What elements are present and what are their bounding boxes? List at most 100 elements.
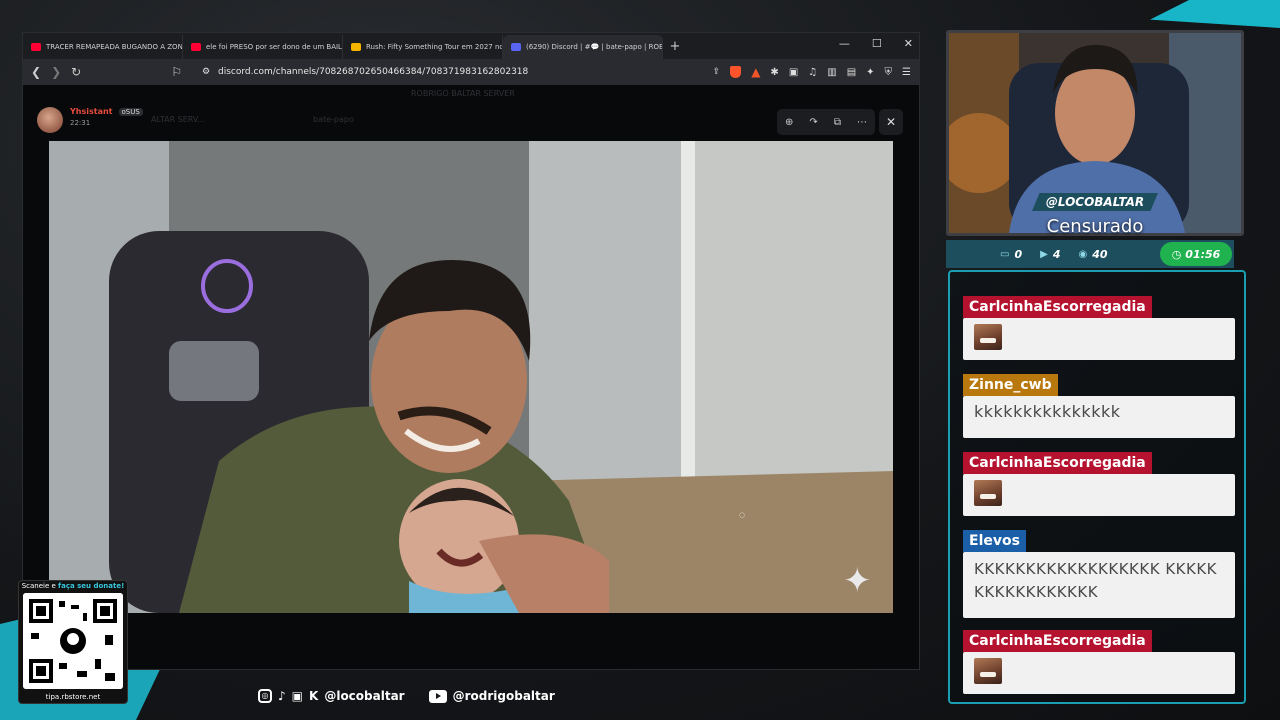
message-time: 22:31	[70, 119, 91, 127]
donate-qr-box: Scaneie e faça seu donate! tipa.rbstore.…	[18, 580, 128, 704]
qr-caption-a: Scaneie e	[21, 582, 56, 590]
tab-label: Rush: Fifty Something Tour em 2027 no Br…	[366, 43, 503, 51]
zoom-icon[interactable]: ⊕	[785, 117, 793, 128]
share-icon[interactable]: ⇪	[713, 67, 721, 77]
chat-username: Zinne_cwb	[963, 374, 1058, 396]
social-handle: @locobaltar	[324, 689, 405, 703]
author-name[interactable]: Yhsistant	[70, 107, 113, 116]
open-external-icon[interactable]: ⧉	[834, 117, 841, 128]
youtube-handle: @rodrigobaltar	[452, 689, 555, 703]
ghost-server: ALTAR SERV...	[151, 115, 205, 124]
maximize-icon[interactable]: ☐	[872, 37, 882, 50]
chat-overlay: CarlcinhaEscorregadia Zinne_cwb kkkkkkkk…	[948, 270, 1246, 704]
close-viewer-button[interactable]: ✕	[879, 109, 903, 135]
emote-icon	[974, 324, 1002, 350]
new-tab-button[interactable]: +	[663, 35, 687, 59]
address-bar: ❮ ❯ ↻ ⚐ ⚙ discord.com/channels/708268702…	[23, 59, 919, 85]
video-icon: ▶	[1040, 248, 1048, 260]
author-info: Yhsistant oSUS 22:31	[37, 107, 143, 133]
tab-discord[interactable]: (6290) Discord | #💬 | bate-papo | ROB✕	[503, 35, 663, 59]
back-icon[interactable]: ❮	[31, 65, 41, 79]
emote-icon	[974, 658, 1002, 684]
youtube-icon	[428, 689, 447, 703]
instagram-icon: ◎	[258, 689, 272, 703]
chat-count: 0	[1014, 247, 1023, 261]
music-icon[interactable]: ♫	[808, 67, 817, 78]
viewers-icon: ◉	[1078, 248, 1088, 260]
chat-message: Elevos KKKKKKKKKKKKKKKKKK KKKKKKKKKKKKKK…	[963, 530, 1235, 618]
timer-value: 01:56	[1185, 247, 1221, 261]
url-field[interactable]: ⚙ discord.com/channels/70826870265046638…	[201, 62, 721, 82]
author-tag: oSUS	[118, 107, 143, 116]
extensions-icon[interactable]: ✱	[770, 67, 778, 78]
photo-illustration	[49, 141, 893, 613]
close-window-icon[interactable]: ✕	[904, 37, 913, 50]
chat-message: Zinne_cwb kkkkkkkkkkkkkkk	[963, 374, 1235, 438]
extensions-bar: ✱ ▣ ♫ ▥ ▤ ✦ ⛨ ☰	[770, 67, 911, 78]
sidebar-icon[interactable]: ▥	[827, 67, 836, 78]
social-handles: ◎ ♪ ▣ K @locobaltar @rodrigobaltar	[258, 689, 555, 703]
stream-timer: ◷ 01:56	[1160, 242, 1232, 266]
stream-title: Censurado	[1046, 216, 1144, 237]
more-icon[interactable]: ⋯	[857, 117, 867, 128]
wallet-icon[interactable]: ▤	[847, 67, 856, 78]
ai-sparkle-icon: ✦	[843, 561, 872, 601]
menu-icon[interactable]: ☰	[902, 67, 911, 78]
ghost-header: ROBRIGO BALTAR SERVER	[411, 89, 515, 98]
brave-shield-icon[interactable]	[730, 66, 742, 78]
forward-icon[interactable]: ❯	[51, 65, 61, 79]
browser-window: TRACER REMAPEADA BUGANDO A ZONA N ele fo…	[22, 32, 920, 670]
chat-body	[963, 318, 1235, 360]
tab-label: ele foi PRESO por ser dono de um BAILE F…	[206, 43, 342, 51]
chat-username: CarlcinhaEscorregadia	[963, 452, 1152, 474]
viewer-toolbar: ⊕ ↷ ⧉ ⋯	[777, 109, 875, 135]
minimize-icon[interactable]: —	[839, 37, 850, 50]
avatar[interactable]	[37, 107, 63, 133]
image-viewer: ROBRIGO BALTAR SERVER ALTAR SERV... bate…	[23, 85, 919, 669]
clock-icon: ◷	[1171, 247, 1182, 261]
leo-icon[interactable]: ✦	[866, 67, 874, 78]
kick-icon: K	[309, 689, 319, 703]
shared-photo[interactable]: ✦ ◌	[49, 141, 893, 613]
bookmark-icon[interactable]: ⚐	[171, 65, 182, 79]
tab-bar: TRACER REMAPEADA BUGANDO A ZONA N ele fo…	[23, 33, 919, 59]
viewer-count: 40	[1092, 247, 1108, 261]
chat-message: CarlcinhaEscorregadia	[963, 296, 1235, 360]
tab-rush[interactable]: Rush: Fifty Something Tour em 2027 no Br…	[343, 35, 503, 59]
tab-baile[interactable]: ele foi PRESO por ser dono de um BAILE F…	[183, 35, 343, 59]
reload-icon[interactable]: ↻	[71, 65, 81, 79]
emote-icon	[974, 480, 1002, 506]
tiktok-icon: ♪	[278, 689, 286, 703]
site-info-icon[interactable]: ⚙	[202, 67, 210, 77]
chat-text: kkkkkkkkkkkkkkk	[963, 396, 1235, 438]
chat-message: CarlcinhaEscorregadia	[963, 630, 1235, 694]
tab-label: (6290) Discord | #💬 | bate-papo | ROB	[526, 43, 663, 51]
qr-url: tipa.rbstore.net	[45, 693, 101, 701]
youtube-icon	[191, 43, 201, 51]
ghost-channel: bate-papo	[313, 115, 354, 124]
page-icon	[351, 43, 361, 51]
chat-username: CarlcinhaEscorregadia	[963, 630, 1152, 652]
vpn-icon[interactable]: ⛨	[885, 67, 893, 78]
tab-tracer[interactable]: TRACER REMAPEADA BUGANDO A ZONA N	[23, 35, 183, 59]
screenshot-icon[interactable]: ▣	[789, 67, 798, 78]
chat-username: Elevos	[963, 530, 1026, 552]
window-controls: — ☐ ✕	[839, 37, 913, 50]
youtube-icon	[31, 43, 41, 51]
mouse-cursor-icon: ◌	[739, 511, 746, 519]
chat-text: KKKKKKKKKKKKKKKKKK KKKKKKKKKKKKKKKKK	[963, 552, 1235, 618]
video-count: 4	[1052, 247, 1061, 261]
rewards-icon[interactable]: ▲	[751, 65, 760, 79]
qr-caption: Scaneie e faça seu donate!	[19, 582, 127, 590]
chat-username: CarlcinhaEscorregadia	[963, 296, 1152, 318]
forward-share-icon[interactable]: ↷	[809, 117, 817, 128]
chat-body	[963, 652, 1235, 694]
chat-body	[963, 474, 1235, 516]
discord-icon	[511, 43, 521, 51]
qr-caption-b: faça seu donate!	[58, 582, 125, 590]
url-text: discord.com/channels/708268702650466384/…	[218, 67, 529, 77]
chat-message: CarlcinhaEscorregadia	[963, 452, 1235, 516]
twitch-icon: ▣	[291, 689, 304, 703]
chat-bubble-icon: ▭	[1000, 248, 1010, 260]
tab-label: TRACER REMAPEADA BUGANDO A ZONA N	[46, 43, 183, 51]
